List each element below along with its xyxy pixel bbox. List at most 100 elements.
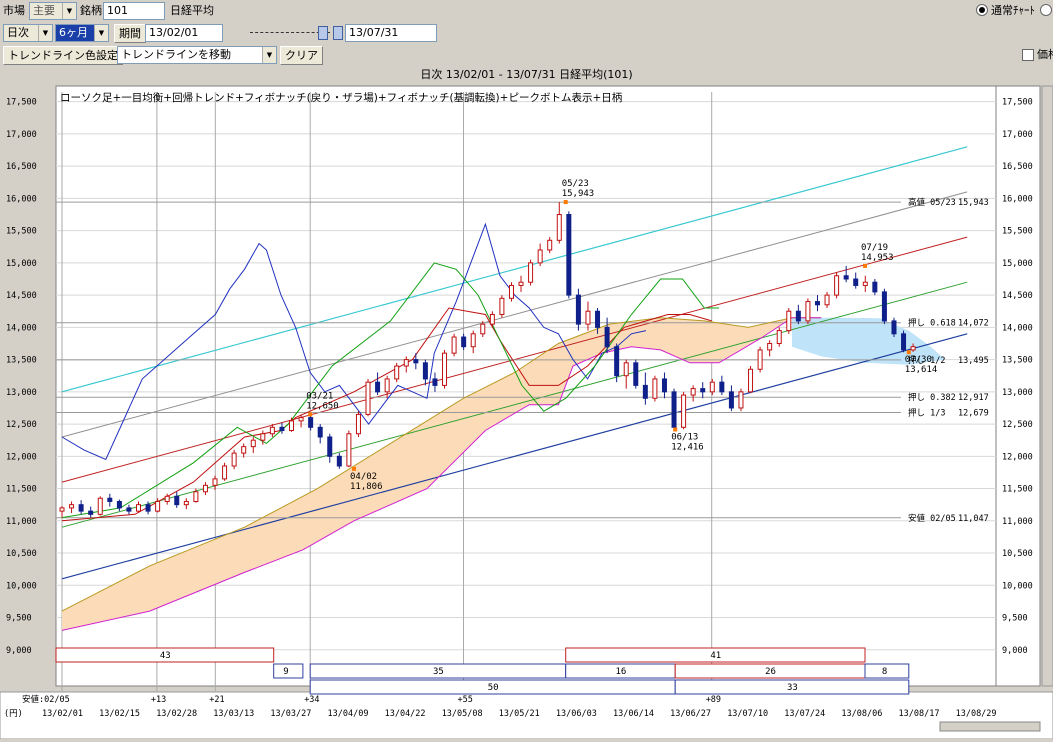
period-button[interactable]: 期間 [114,24,146,43]
fib-level-label: 安値 02/05 [908,513,956,524]
candle-body [193,491,199,502]
peak-date-label: 05/23 [562,179,589,189]
slider-handle-end[interactable] [333,26,343,40]
unit-label: (円) [4,709,23,719]
y-tick-label-right: 12,000 [1002,452,1033,462]
candle-body [719,381,725,393]
right-axis-panel [995,85,1041,687]
period-toolbar: 日次 ▼ 6ヶ月 ▼ 期間 13/02/01 13/07/31 [0,22,1053,45]
trendline-color-button[interactable]: トレンドライン色設定 [3,46,123,65]
x-tick-label: 13/02/15 [99,709,140,719]
chevron-down-icon[interactable]: ▼ [94,25,108,41]
y-tick-label-right: 17,500 [1002,98,1033,108]
x-tick-label: 13/08/29 [956,709,997,719]
clear-button[interactable]: クリア [280,46,323,65]
peak-value-label: 12,416 [671,442,704,452]
peak-value-label: 13,614 [905,365,938,375]
peak-date-label: 07/19 [861,243,888,253]
y-tick-label-right: 12,500 [1002,420,1033,430]
x-tick-label: 13/06/27 [670,709,711,719]
candle-body [671,391,677,428]
period-end-input[interactable]: 13/07/31 [345,24,437,42]
y-tick-label: 15,000 [6,259,37,269]
candle-body [901,333,907,351]
candle-body [556,214,562,241]
candle-body [595,310,601,328]
y-tick-label-right: 17,000 [1002,130,1033,140]
candle-body [757,349,763,370]
candle-body [709,381,715,393]
day-count-label: 16 [615,667,626,677]
chevron-down-icon[interactable]: ▼ [62,3,76,19]
y-tick-label-right: 15,500 [1002,227,1033,237]
price-chart[interactable]: 17,500 17,500 17,000 17,000 16,500 16,500 16,0… [0,82,1053,740]
chevron-down-icon[interactable]: ▼ [38,25,52,41]
count-mark-label: +13 [151,695,166,705]
y-tick-label-right: 16,000 [1002,194,1033,204]
y-tick-label-right: 9,000 [1002,646,1028,656]
chart-mode-radio-alt[interactable] [1040,4,1052,16]
y-tick-label-right: 11,000 [1002,517,1033,527]
y-tick-label: 10,000 [6,581,37,591]
y-tick-label-right: 10,000 [1002,581,1033,591]
chevron-down-icon[interactable]: ▼ [262,47,276,63]
x-tick-label: 13/03/13 [213,709,254,719]
period-start-input[interactable]: 13/02/01 [145,24,223,42]
interval-select[interactable]: 日次 ▼ [3,24,53,42]
peak-marker [906,350,911,355]
fib-level-label: 押し 0.618 [908,318,956,329]
peak-value-label: 14,953 [861,253,894,263]
fib-level-label: 押し 1/3 [908,408,945,419]
candle-body [279,426,285,432]
price-checkbox[interactable] [1022,49,1034,61]
day-count-label: 33 [787,683,798,693]
count-mark-label: +21 [209,695,224,705]
candle-body [355,413,361,435]
candle-body [824,294,830,306]
fib-level-label: 高値 05/23 [908,197,956,208]
peak-marker [352,466,356,471]
candle-body [164,495,170,502]
slider-handle-start[interactable] [318,26,328,40]
fib-level-value: 12,679 [958,409,989,419]
candle-body [776,330,782,344]
peak-value-label: 15,943 [562,189,595,199]
y-tick-label: 11,500 [6,485,37,495]
peak-marker [673,427,678,432]
count-mark-label: +89 [706,695,721,705]
candle-body [116,500,122,509]
candle-body [575,294,581,325]
candle-body [738,391,744,409]
symbol-input[interactable]: 101 [103,2,165,20]
candle-body [537,249,543,264]
candle-body [202,484,208,493]
span-select[interactable]: 6ヶ月 ▼ [55,24,109,42]
y-tick-label-right: 16,500 [1002,162,1033,172]
candle-body [748,368,754,393]
candle-body [145,504,151,512]
chart-mode-radio[interactable] [976,4,988,16]
y-tick-label: 16,500 [6,162,37,172]
y-tick-label: 13,500 [6,356,37,366]
x-tick-label: 13/07/10 [727,709,768,719]
candle-body [231,452,237,467]
day-count-label: 8 [882,667,887,677]
y-tick-label-right: 13,000 [1002,388,1033,398]
x-tick-label: 13/04/22 [385,709,426,719]
candle-body [528,262,534,283]
candle-body [413,359,419,364]
candle-body [728,391,734,409]
horizontal-scrollbar-thumb [939,721,1041,732]
candle-body [69,504,75,509]
market-select[interactable]: 主要 ▼ [29,2,77,20]
peak-date-label: 07/30 [905,355,932,365]
chart-header: 日次 13/02/01 - 13/07/31 日経平均(101) [420,68,633,81]
candle-body [461,336,467,348]
y-tick-label: 9,500 [6,614,32,624]
fib-level-value: 14,072 [958,319,989,329]
trendline-action-select[interactable]: トレンドラインを移動 ▼ [117,46,277,64]
candle-body [289,420,295,432]
peak-marker [308,412,313,417]
trendline-toolbar: トレンドライン色設定 トレンドラインを移動 ▼ クリア 価格 [0,45,1053,66]
candle-body [853,278,859,286]
